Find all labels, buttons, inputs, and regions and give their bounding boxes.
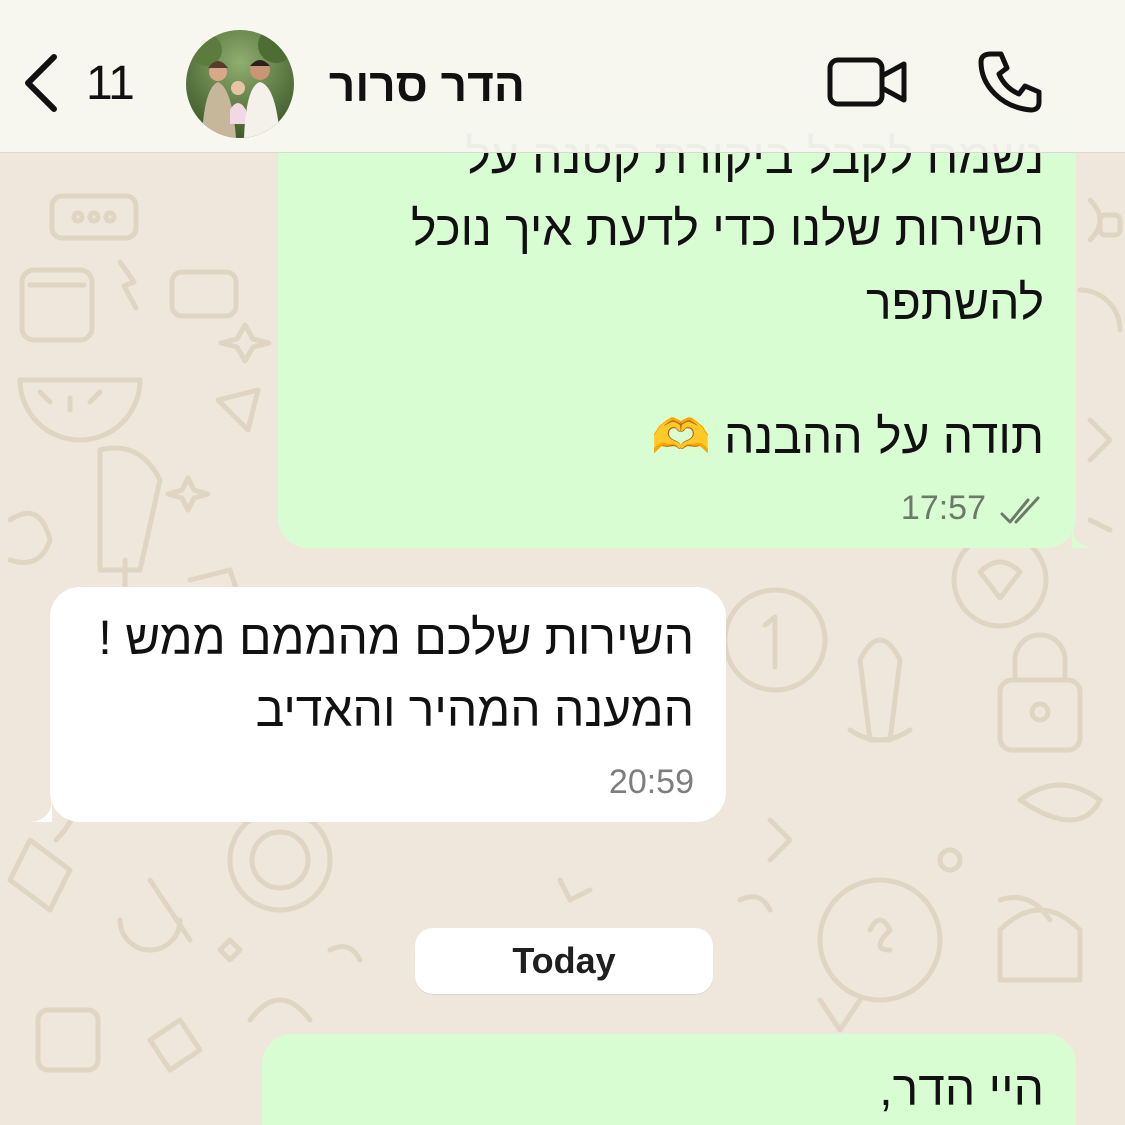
bubble-tail	[30, 798, 52, 822]
read-receipt-icon	[1000, 496, 1040, 524]
chat-screen: נשמח לקבל ביקורת קטנה על השירות שלנו כדי…	[0, 0, 1125, 1125]
chevron-left-icon	[25, 54, 57, 112]
avatar-photo	[186, 30, 294, 138]
bubble-tail	[1072, 524, 1094, 548]
message-bubble-outgoing[interactable]: נשמח לקבל ביקורת קטנה על השירות שלנו כדי…	[278, 100, 1094, 548]
video-camera-icon	[827, 57, 907, 107]
message-bubble-incoming[interactable]: השירות שלכם מהממם ממש ! המענה המהיר והאד…	[30, 587, 726, 822]
message-line: היי הדר,	[879, 1063, 1044, 1116]
chat-header: 11 הדר סרור	[0, 0, 1125, 153]
unread-count: 11	[86, 56, 135, 110]
back-button[interactable]: 11	[20, 48, 150, 118]
voice-call-button[interactable]	[975, 48, 1047, 116]
message-line: השירות שלכם מהממם ממש !	[98, 612, 694, 665]
message-bubble-outgoing[interactable]: היי הדר,	[262, 1034, 1076, 1125]
video-call-button[interactable]	[826, 52, 910, 112]
message-time: 17:57	[900, 489, 986, 527]
contact-name[interactable]: הדר סרור	[325, 58, 525, 112]
message-line: השירות שלנו כדי לדעת איך נוכל	[411, 203, 1044, 256]
message-line: תודה על ההבנה 🫶	[650, 411, 1044, 464]
phone-icon	[978, 51, 1042, 113]
message-line: להשתפר	[865, 277, 1044, 330]
message-line: המענה המהיר והאדיב	[255, 684, 694, 737]
date-separator: Today	[415, 928, 713, 994]
message-time: 20:59	[608, 763, 694, 801]
avatar[interactable]	[186, 30, 294, 138]
